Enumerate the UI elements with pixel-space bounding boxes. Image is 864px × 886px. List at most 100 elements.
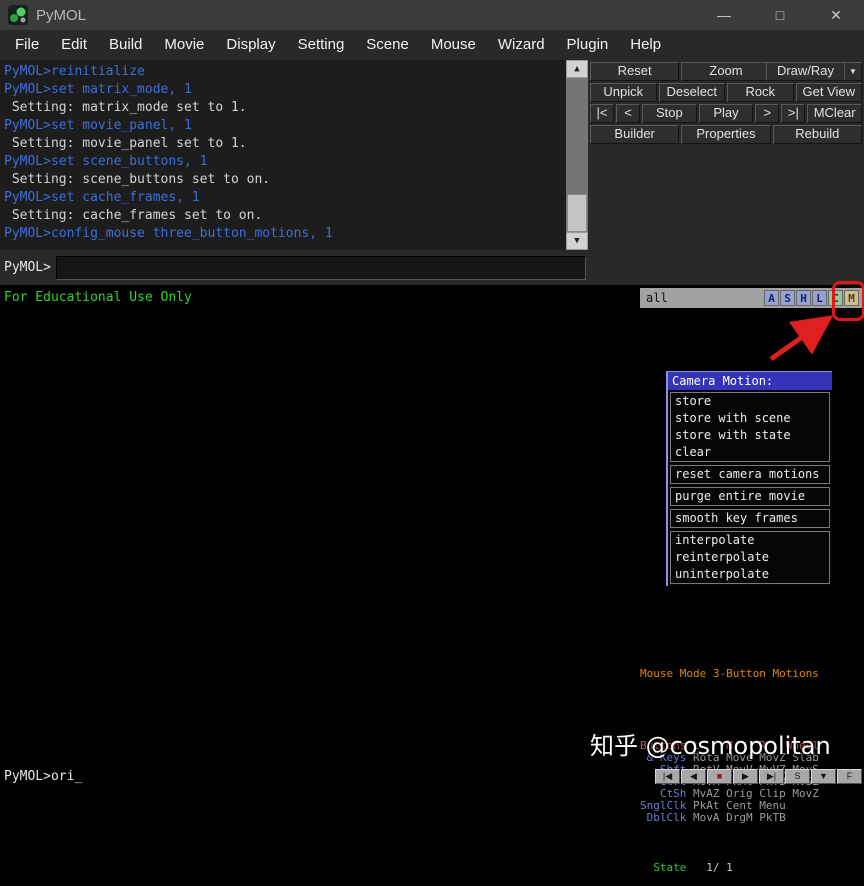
- vcr-button[interactable]: ▶: [733, 769, 758, 784]
- control-button[interactable]: Reset: [590, 62, 679, 81]
- console-line: PyMOL>set cache_frames, 1: [4, 189, 566, 207]
- movie-control-row: |<<StopPlay>>|MClear: [590, 104, 862, 123]
- movie-control-button[interactable]: |<: [590, 104, 614, 123]
- menubar-item[interactable]: Mouse: [420, 30, 487, 60]
- vcr-button[interactable]: S: [785, 769, 810, 784]
- mouse-row-values: MovA DrgM PkTB: [686, 811, 785, 824]
- camera-menu-body: storestore with scenestore with statecle…: [668, 390, 832, 586]
- vcr-button[interactable]: ▶|: [759, 769, 784, 784]
- mouse-mode-title: Mouse Mode 3-Button Motions: [640, 668, 864, 680]
- camera-menu-item[interactable]: store: [671, 393, 829, 410]
- control-button[interactable]: Unpick: [590, 83, 657, 102]
- camera-motion-menu: Camera Motion: storestore with scenestor…: [666, 371, 832, 586]
- menubar-item[interactable]: Plugin: [556, 30, 620, 60]
- camera-menu-item[interactable]: uninterpolate: [671, 566, 829, 583]
- menubar-item[interactable]: Scene: [355, 30, 420, 60]
- camera-menu-item[interactable]: store with state: [671, 427, 829, 444]
- movie-control-button[interactable]: >: [755, 104, 779, 123]
- draw-ray-button[interactable]: Draw/Ray ▼: [766, 62, 862, 81]
- vcr-button[interactable]: F: [837, 769, 862, 784]
- console-line: PyMOL>set matrix_mode, 1: [4, 81, 566, 99]
- scrollbar-thumb[interactable]: [567, 194, 587, 232]
- scroll-up-icon[interactable]: ▲: [566, 60, 588, 78]
- menubar-item[interactable]: Edit: [50, 30, 98, 60]
- titlebar: PyMOL — □ ✕: [0, 0, 864, 30]
- window-title: PyMOL: [36, 7, 86, 24]
- camera-menu-item[interactable]: store with scene: [671, 410, 829, 427]
- camera-menu-item[interactable]: clear: [671, 444, 829, 461]
- camera-menu-item[interactable]: interpolate: [671, 532, 829, 549]
- minimize-icon[interactable]: —: [696, 0, 752, 30]
- scroll-down-icon[interactable]: ▼: [566, 232, 588, 250]
- camera-menu-item[interactable]: reset camera motions: [671, 466, 829, 483]
- state-label: State: [640, 861, 686, 874]
- menubar-item[interactable]: Display: [215, 30, 286, 60]
- mouse-mode-row: DblClk MovA DrgM PkTB: [640, 812, 864, 824]
- prompt-label: PyMOL>: [4, 260, 51, 275]
- console-output: PyMOL>reinitializePyMOL>set matrix_mode,…: [0, 60, 566, 250]
- object-panel-button[interactable]: L: [812, 290, 827, 306]
- object-panel-button[interactable]: H: [796, 290, 811, 306]
- menubar-item[interactable]: Build: [98, 30, 153, 60]
- mouse-mode-panel: Mouse Mode 3-Button Motions Buttons L M …: [640, 644, 864, 886]
- console-line: Setting: matrix_mode set to 1.: [4, 99, 566, 117]
- camera-menu-title: Camera Motion:: [668, 371, 832, 390]
- control-button[interactable]: Get View: [796, 83, 863, 102]
- mouse-row-label: DblClk: [640, 811, 686, 824]
- menubar-item[interactable]: Movie: [153, 30, 215, 60]
- control-button[interactable]: Properties: [681, 125, 770, 144]
- console-scrollbar[interactable]: ▲ ▼: [566, 60, 588, 250]
- command-input-row: PyMOL>: [0, 250, 588, 285]
- chevron-down-icon[interactable]: ▼: [844, 63, 861, 80]
- console-line: Setting: cache_frames set to on.: [4, 207, 566, 225]
- menubar-item[interactable]: Help: [619, 30, 672, 60]
- menubar-item[interactable]: Setting: [287, 30, 356, 60]
- camera-menu-group: purge entire movie: [670, 487, 830, 506]
- control-button[interactable]: Rock: [727, 83, 794, 102]
- camera-menu-group: reset camera motions: [670, 465, 830, 484]
- draw-ray-label[interactable]: Draw/Ray: [767, 63, 844, 80]
- control-panel: ResetZoomOrient Draw/Ray ▼ UnpickDeselec…: [588, 60, 864, 285]
- state-row: State 1/ 1: [640, 862, 864, 874]
- edu-notice: For Educational Use Only: [4, 290, 192, 305]
- control-button[interactable]: Rebuild: [773, 125, 862, 144]
- console-line: PyMOL>set scene_buttons, 1: [4, 153, 566, 171]
- object-panel-button[interactable]: A: [764, 290, 779, 306]
- bottom-bar: PyMOL>ori_ |◀◀■▶▶|S▼F: [0, 768, 864, 785]
- control-row-2: UnpickDeselectRockGet View: [590, 83, 862, 102]
- control-button[interactable]: Zoom: [681, 62, 770, 81]
- watermark: 知乎 @cosmopolitan: [590, 726, 831, 761]
- maximize-icon[interactable]: □: [752, 0, 808, 30]
- object-panel-button[interactable]: S: [780, 290, 795, 306]
- movie-control-button[interactable]: Play: [699, 104, 754, 123]
- camera-menu-item[interactable]: reinterpolate: [671, 549, 829, 566]
- camera-menu-item[interactable]: purge entire movie: [671, 488, 829, 505]
- window-controls: — □ ✕: [696, 0, 864, 30]
- vcr-button[interactable]: ◀: [681, 769, 706, 784]
- command-input[interactable]: [56, 256, 586, 280]
- control-button[interactable]: Builder: [590, 125, 679, 144]
- camera-menu-group: interpolatereinterpolateuninterpolate: [670, 531, 830, 584]
- menubar-item[interactable]: File: [4, 30, 50, 60]
- movie-control-button[interactable]: >|: [781, 104, 805, 123]
- vcr-button[interactable]: ■: [707, 769, 732, 784]
- camera-menu-group: storestore with scenestore with statecle…: [670, 392, 830, 462]
- object-name-all[interactable]: all: [640, 291, 763, 305]
- close-icon[interactable]: ✕: [808, 0, 864, 30]
- vcr-button[interactable]: ▼: [811, 769, 836, 784]
- console-line: PyMOL>config_mouse three_button_motions,…: [4, 225, 566, 243]
- vcr-button[interactable]: |◀: [655, 769, 680, 784]
- control-button[interactable]: Deselect: [659, 83, 726, 102]
- bottom-prompt[interactable]: PyMOL>ori_: [0, 769, 655, 784]
- console-line: PyMOL>set movie_panel, 1: [4, 117, 566, 135]
- movie-control-button[interactable]: Stop: [642, 104, 697, 123]
- camera-menu-item[interactable]: smooth key frames: [671, 510, 829, 527]
- movie-control-button[interactable]: MClear: [807, 104, 862, 123]
- menubar-item[interactable]: Wizard: [487, 30, 556, 60]
- annotation-arrow: [755, 305, 850, 370]
- camera-menu-group: smooth key frames: [670, 509, 830, 528]
- movie-control-button[interactable]: <: [616, 104, 640, 123]
- menubar: FileEditBuildMovieDisplaySettingSceneMou…: [0, 30, 864, 60]
- movie-playback-controls: |◀◀■▶▶|S▼F: [655, 769, 864, 784]
- state-value: 1/ 1: [686, 861, 732, 874]
